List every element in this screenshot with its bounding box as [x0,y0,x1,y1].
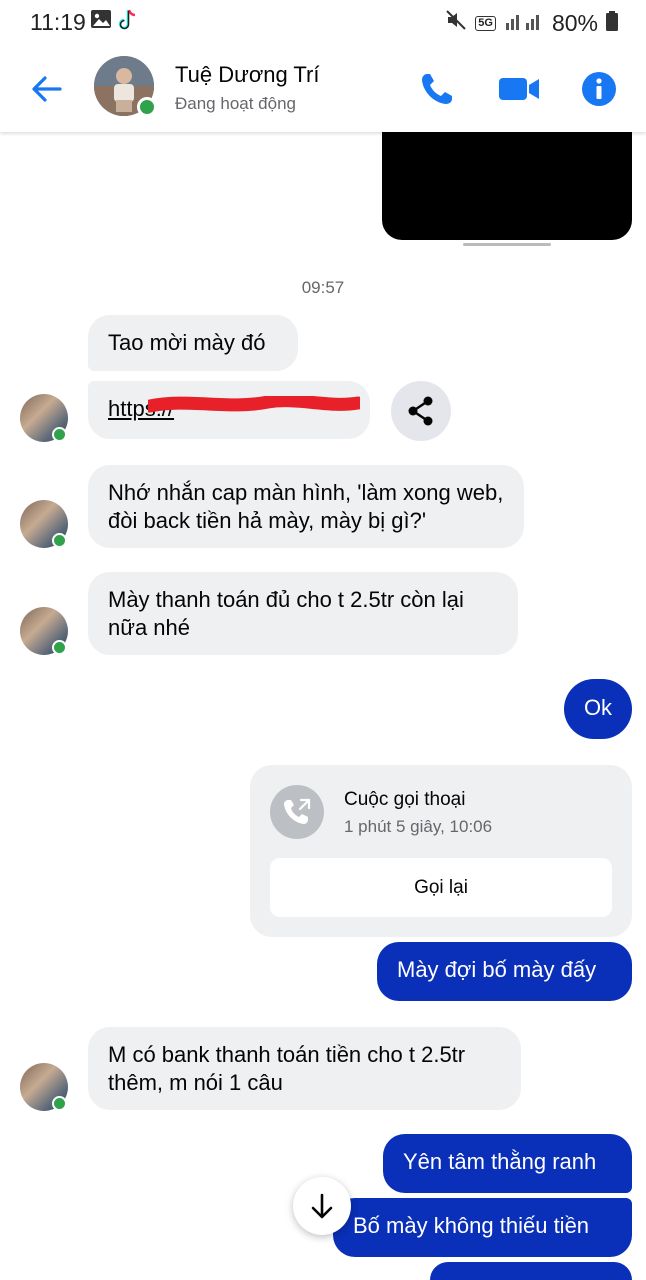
message-outgoing[interactable]: Mày đợi bố mày đấy [377,942,632,1001]
image-icon [90,8,112,35]
message-incoming[interactable]: M có bank thanh toán tiền cho t 2.5tr th… [88,1027,521,1110]
call-back-button[interactable]: Gọi lại [270,858,612,917]
message-outgoing-partial [430,1262,632,1280]
message-text: Bố mày không thiếu tiền [353,1213,590,1238]
online-indicator [137,97,157,117]
message-outgoing[interactable]: Bố mày không thiếu tiền [333,1198,632,1257]
online-indicator [52,640,67,655]
message-text: Yên tâm thằng ranh [403,1149,597,1174]
message-text: M có bank thanh toán tiền cho t 2.5tr th… [108,1042,466,1095]
video-progress-bar [463,243,551,246]
message-text: Mày đợi bố mày đấy [397,957,597,982]
network-type: 5G [475,15,496,31]
thread-timestamp: 09:57 [301,278,345,297]
message-outgoing[interactable]: Yên tâm thằng ranh [383,1134,632,1193]
call-title: Cuộc gọi thoại [344,789,466,810]
message-incoming[interactable]: Nhớ nhắn cap màn hình, 'làm xong web, đò… [88,465,524,548]
phone-icon[interactable] [416,68,458,110]
status-right: 5G 80% [445,9,618,37]
status-time: 11:19 [30,9,86,35]
redaction-mark [148,396,360,413]
contact-name[interactable]: Tuệ Dương Trí [175,62,320,88]
message-text: Nhớ nhắn cap màn hình, 'làm xong web, đò… [108,480,504,533]
share-button[interactable] [391,381,451,441]
missed-call-icon [270,785,324,839]
battery-percent: 80% [551,9,598,36]
mute-icon [445,9,467,37]
message-incoming[interactable]: Tao mời mày đó [88,315,298,371]
online-indicator [52,533,67,548]
message-text: Mày thanh toán đủ cho t 2.5tr còn lại nữ… [108,587,464,640]
message-text: Tao mời mày đó [108,330,266,355]
online-indicator [52,427,67,442]
scroll-to-bottom-button[interactable] [293,1177,351,1235]
message-text: Ok [583,695,613,720]
online-indicator [52,1096,67,1111]
status-bar: 11:19 5G 80% [0,0,646,46]
share-icon [408,396,433,426]
contact-status: Đang hoạt động [175,94,296,113]
video-message[interactable] [382,132,632,240]
tiktok-icon [116,8,138,37]
video-camera-icon[interactable] [497,68,539,110]
info-icon[interactable] [578,68,620,110]
battery-icon [606,10,618,37]
message-incoming[interactable]: Mày thanh toán đủ cho t 2.5tr còn lại nữ… [88,572,518,655]
back-arrow-icon[interactable] [26,68,68,110]
call-detail: 1 phút 5 giây, 10:06 [344,817,493,836]
message-outgoing[interactable]: Ok [564,679,632,739]
arrow-down-icon [311,1193,333,1219]
voice-call-card[interactable]: Cuộc gọi thoại 1 phút 5 giây, 10:06 Gọi … [250,765,632,937]
signal-icon [504,10,544,37]
chat-header: Tuệ Dương Trí Đang hoạt động [0,46,646,132]
